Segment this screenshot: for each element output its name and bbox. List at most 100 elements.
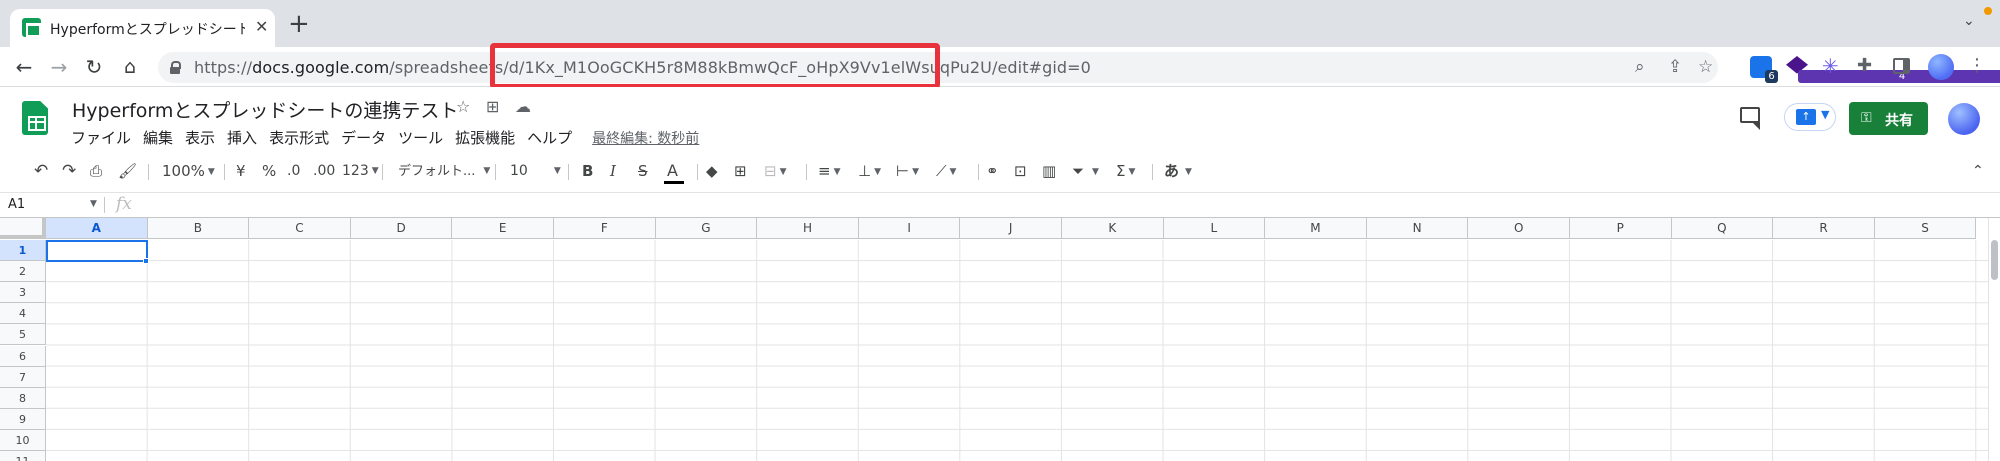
column-header[interactable]: D <box>350 218 453 239</box>
column-header[interactable]: A <box>46 218 148 239</box>
column-header[interactable]: F <box>554 218 656 239</box>
fill-handle[interactable] <box>143 258 149 264</box>
menu-format[interactable]: 表示形式 <box>269 127 329 148</box>
cell-area[interactable] <box>46 240 1988 461</box>
present-button[interactable]: ↑ ▼ <box>1784 103 1836 131</box>
number-format-select[interactable]: 123 ▼ <box>342 161 379 181</box>
select-all-corner[interactable] <box>0 218 46 239</box>
zoom-icon[interactable]: ⌕ <box>1635 57 1645 77</box>
cloud-saved-icon[interactable]: ☁ <box>515 97 531 116</box>
collapse-menus-icon[interactable]: ⌃ <box>1972 161 1984 181</box>
menu-extensions[interactable]: 拡張機能 <box>455 127 515 148</box>
zoom-select[interactable]: 100% ▼ <box>162 161 215 182</box>
column-header[interactable]: G <box>655 218 758 239</box>
paint-format-icon[interactable]: 🖌 <box>118 161 137 181</box>
horizontal-align-icon[interactable]: ≡ ▼ <box>818 161 841 182</box>
menu-file[interactable]: ファイル <box>71 127 131 148</box>
browser-tab[interactable]: Hyperformとスプレッドシートの連携テスト ✕ <box>10 9 275 47</box>
borders-icon[interactable]: ⊞ <box>734 161 747 181</box>
tab-search-chevron-icon[interactable]: ⌄ <box>1963 13 1975 29</box>
text-color-button[interactable]: A <box>667 161 678 181</box>
sheets-logo-icon[interactable] <box>22 101 48 135</box>
column-header[interactable]: Q <box>1671 218 1774 239</box>
star-icon[interactable]: ☆ <box>456 97 470 116</box>
menu-edit[interactable]: 編集 <box>143 127 173 148</box>
vertical-align-icon[interactable]: ⊥ ▼ <box>858 161 881 182</box>
redo-icon[interactable]: ↷ <box>62 161 76 181</box>
browser-menu-icon[interactable]: ⋮ <box>1968 55 1986 77</box>
row-header[interactable]: 4 <box>0 303 46 325</box>
functions-icon[interactable]: Σ ▼ <box>1116 161 1135 182</box>
text-rotation-icon[interactable]: ⟋ ▼ <box>936 161 956 182</box>
decrease-decimal-button[interactable]: .0 <box>287 161 300 181</box>
side-panel-icon[interactable] <box>1893 58 1910 74</box>
new-tab-icon[interactable]: + <box>288 11 310 37</box>
share-page-icon[interactable]: ⇪ <box>1668 57 1682 77</box>
asterisk-extension-icon[interactable]: ✳ <box>1822 54 1839 78</box>
document-title[interactable]: Hyperformとスプレッドシートの連携テスト <box>72 96 458 123</box>
row-header[interactable]: 3 <box>0 282 46 304</box>
strikethrough-button[interactable]: S <box>638 161 648 181</box>
column-header[interactable]: R <box>1773 218 1875 239</box>
scrollbar-thumb[interactable] <box>1991 240 1998 280</box>
row-header[interactable]: 6 <box>0 345 46 367</box>
column-header[interactable]: S <box>1874 218 1977 239</box>
column-header[interactable]: O <box>1468 218 1570 239</box>
font-size-select[interactable]: 10 ▼ <box>510 161 561 181</box>
column-header[interactable]: H <box>757 218 859 239</box>
column-header[interactable]: B <box>147 218 250 239</box>
name-box[interactable]: A1 <box>8 197 25 212</box>
column-header[interactable]: K <box>1062 218 1164 239</box>
share-button[interactable]: ⚿ 共有 <box>1849 102 1928 135</box>
bookmark-star-icon[interactable]: ☆ <box>1698 57 1713 77</box>
row-header[interactable]: 9 <box>0 408 46 430</box>
puzzle-extensions-icon[interactable]: ✚ <box>1857 55 1872 76</box>
account-avatar[interactable] <box>1948 103 1980 135</box>
column-header[interactable]: I <box>858 218 961 239</box>
vertical-scrollbar[interactable] <box>1988 218 2000 461</box>
tab-close-icon[interactable]: ✕ <box>255 18 268 36</box>
column-header[interactable]: J <box>960 218 1062 239</box>
column-header[interactable]: L <box>1163 218 1266 239</box>
insert-comment-icon[interactable]: ⊡ <box>1014 161 1027 181</box>
insert-link-icon[interactable]: ⚭ <box>986 161 999 181</box>
print-icon[interactable]: ⎙ <box>90 161 102 181</box>
input-tools-button[interactable]: あ ▼ <box>1164 161 1192 182</box>
italic-button[interactable]: I <box>610 161 616 181</box>
extension-1-icon[interactable]: 6 <box>1750 56 1778 83</box>
menu-view[interactable]: 表示 <box>185 127 215 148</box>
menu-tools[interactable]: ツール <box>398 127 443 148</box>
menu-data[interactable]: データ <box>341 127 386 148</box>
name-box-chevron-icon[interactable]: ▼ <box>90 199 97 209</box>
menu-insert[interactable]: 挿入 <box>227 127 257 148</box>
home-icon[interactable]: ⌂ <box>116 53 144 81</box>
column-header[interactable]: M <box>1265 218 1367 239</box>
row-header[interactable]: 10 <box>0 429 46 451</box>
reload-icon[interactable]: ↻ <box>80 53 108 81</box>
column-header[interactable]: N <box>1366 218 1469 239</box>
column-header[interactable]: E <box>452 218 554 239</box>
comment-history-icon[interactable] <box>1740 107 1760 130</box>
column-header[interactable]: C <box>249 218 351 239</box>
row-header[interactable]: 7 <box>0 366 46 388</box>
last-edit-link[interactable]: 最終編集: 数秒前 <box>592 128 699 148</box>
profile-avatar[interactable] <box>1928 54 1954 80</box>
back-icon[interactable]: ← <box>10 53 38 81</box>
text-wrap-icon[interactable]: ⊢ ▼ <box>896 161 919 182</box>
row-header[interactable]: 8 <box>0 387 46 409</box>
bold-button[interactable]: B <box>582 161 593 181</box>
row-header[interactable]: 2 <box>0 261 46 283</box>
font-family-select[interactable]: デフォルト... ▼ <box>398 161 490 182</box>
active-cell-a1[interactable] <box>46 240 148 262</box>
insert-chart-icon[interactable]: ▥ <box>1042 161 1056 181</box>
column-header[interactable]: P <box>1570 218 1672 239</box>
currency-format-button[interactable]: ¥ <box>236 161 246 181</box>
row-header[interactable]: 11 <box>0 451 46 461</box>
forward-icon[interactable]: → <box>45 53 73 81</box>
row-header[interactable]: 1 <box>0 240 46 262</box>
filter-icon[interactable]: ⏷ ▼ <box>1072 161 1099 182</box>
increase-decimal-button[interactable]: .00 <box>313 161 335 181</box>
row-header[interactable]: 5 <box>0 324 46 346</box>
fill-color-icon[interactable]: ◆ <box>706 161 718 181</box>
move-folder-icon[interactable]: ⊞ <box>486 97 499 116</box>
